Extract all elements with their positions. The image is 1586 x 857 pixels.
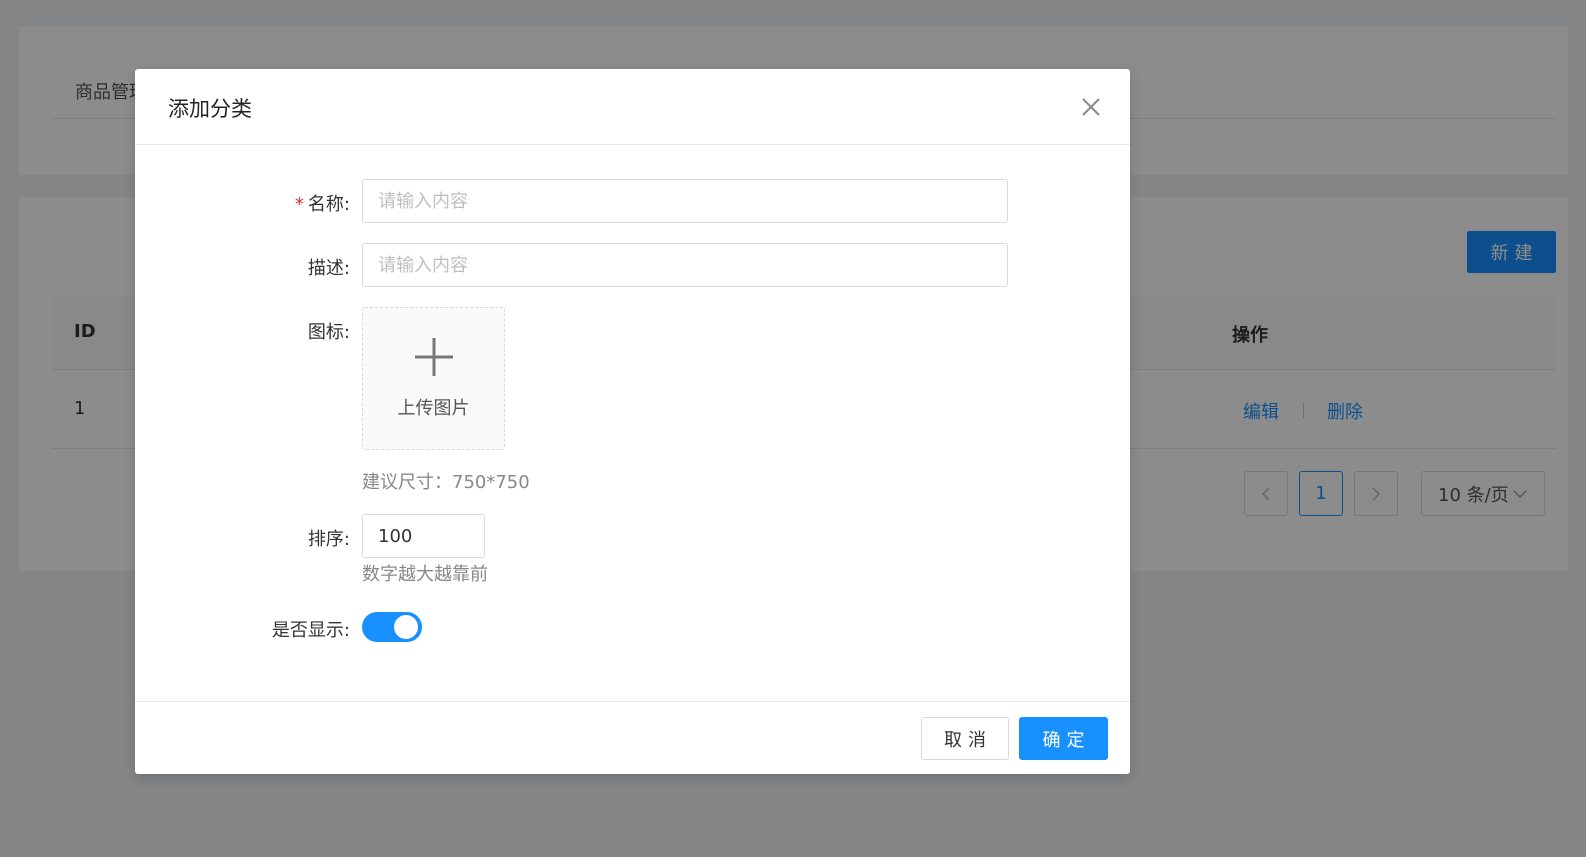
add-category-dialog: 添加分类 *名称: 描述: 图标: 上传图片 建议尺寸：750*750 排序: … xyxy=(135,69,1130,774)
icon-label: 图标: xyxy=(307,322,350,343)
modal-header: 添加分类 xyxy=(135,69,1130,145)
sort-hint: 数字越大越靠前 xyxy=(362,564,488,585)
close-icon[interactable] xyxy=(1080,96,1102,118)
sort-label: 排序: xyxy=(307,529,350,550)
name-label-text: 名称: xyxy=(307,194,350,215)
description-label: 描述: xyxy=(307,258,350,279)
upload-image-button[interactable]: 上传图片 xyxy=(362,307,505,450)
toggle-knob xyxy=(394,615,418,639)
visible-label: 是否显示: xyxy=(271,620,350,641)
modal-footer: 取消 确定 xyxy=(135,701,1130,774)
plus-icon xyxy=(415,338,453,376)
description-input[interactable] xyxy=(362,243,1008,287)
name-input[interactable] xyxy=(362,179,1008,223)
visible-toggle[interactable] xyxy=(362,612,422,642)
name-label: * 名称: xyxy=(190,190,350,216)
modal-title: 添加分类 xyxy=(168,97,252,121)
sort-input[interactable] xyxy=(362,514,485,558)
confirm-button[interactable]: 确定 xyxy=(1019,717,1108,760)
cancel-button[interactable]: 取消 xyxy=(921,717,1009,760)
required-mark: * xyxy=(294,194,304,215)
icon-size-hint: 建议尺寸：750*750 xyxy=(362,472,530,493)
upload-text: 上传图片 xyxy=(397,398,470,419)
